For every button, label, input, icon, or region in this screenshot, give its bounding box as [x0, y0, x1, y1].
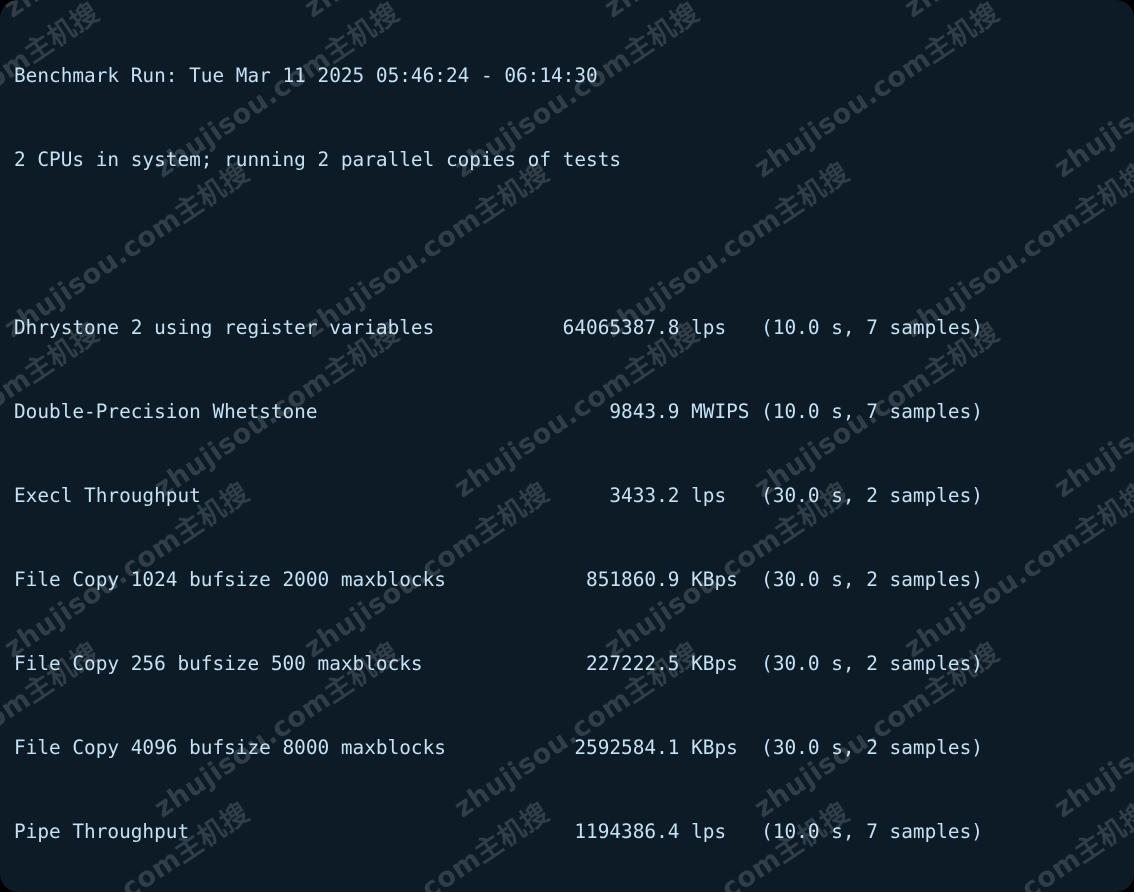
terminal-output: Benchmark Run: Tue Mar 11 2025 05:46:24 … [14, 6, 1134, 892]
benchmark-run-line: Benchmark Run: Tue Mar 11 2025 05:46:24 … [14, 64, 598, 87]
raw-result-row: Dhrystone 2 using register variables 640… [14, 316, 983, 339]
cpu-info-line: 2 CPUs in system; running 2 parallel cop… [14, 148, 622, 171]
blank-line-1 [14, 230, 1134, 258]
terminal-window: Benchmark Run: Tue Mar 11 2025 05:46:24 … [0, 0, 1134, 892]
raw-result-row: Pipe Throughput 1194386.4 lps (10.0 s, 7… [14, 820, 983, 843]
raw-result-row: File Copy 256 bufsize 500 maxblocks 2272… [14, 652, 983, 675]
raw-result-row: Execl Throughput 3433.2 lps (30.0 s, 2 s… [14, 484, 983, 507]
raw-result-row: File Copy 1024 bufsize 2000 maxblocks 85… [14, 568, 983, 591]
raw-result-row: File Copy 4096 bufsize 8000 maxblocks 25… [14, 736, 983, 759]
raw-result-row: Double-Precision Whetstone 9843.9 MWIPS … [14, 400, 983, 423]
